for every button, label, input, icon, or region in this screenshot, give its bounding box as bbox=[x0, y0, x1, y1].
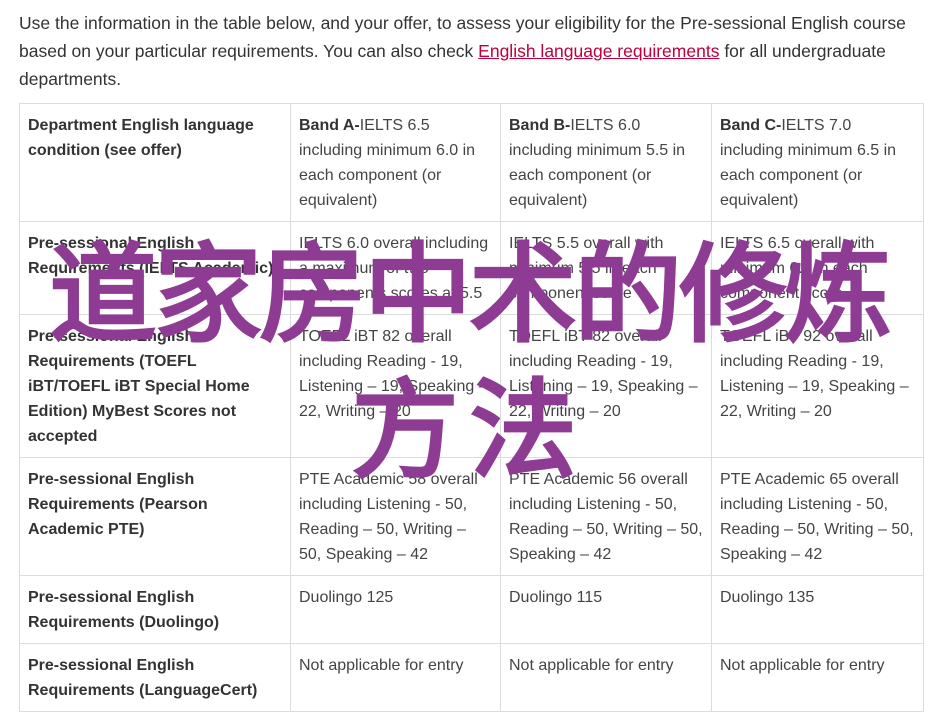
english-language-requirements-link[interactable]: English language requirements bbox=[478, 41, 719, 61]
table-cell: Not applicable for entry bbox=[500, 643, 712, 712]
table-cell: Duolingo 125 bbox=[290, 575, 501, 644]
row-label: Pre-sessional English Requirements (IELT… bbox=[19, 221, 291, 315]
table-cell: Not applicable for entry bbox=[711, 643, 924, 712]
band-a-label: Band A- bbox=[299, 117, 360, 134]
row-label: Pre-sessional English Requirements (Lang… bbox=[19, 643, 291, 712]
table-header-row: Department English language condition (s… bbox=[19, 103, 924, 222]
row-label: Pre-sessional English Requirements (Pear… bbox=[19, 457, 291, 576]
table-cell: PTE Academic 58 overall including Listen… bbox=[290, 457, 501, 576]
intro-paragraph: Use the information in the table below, … bbox=[19, 9, 924, 93]
table-cell: IELTS 6.0 overall including a maximum of… bbox=[290, 221, 501, 315]
table-cell: IELTS 5.5 overall with minimum 5.5 in ea… bbox=[500, 221, 712, 315]
table-row-languagecert: Pre-sessional English Requirements (Lang… bbox=[19, 643, 924, 712]
table-cell: IELTS 6.5 overall with minimum 6.0 in ea… bbox=[711, 221, 924, 315]
table-cell: TOEFL iBT 92 overall including Reading -… bbox=[711, 314, 924, 458]
row-label: Pre-sessional English Requirements (Duol… bbox=[19, 575, 291, 644]
table-row-pte: Pre-sessional English Requirements (Pear… bbox=[19, 457, 924, 576]
band-b-label: Band B- bbox=[509, 117, 571, 134]
table-cell: PTE Academic 65 overall including Listen… bbox=[711, 457, 924, 576]
table-cell: Duolingo 115 bbox=[500, 575, 712, 644]
table-cell: Not applicable for entry bbox=[290, 643, 501, 712]
table-row-ielts: Pre-sessional English Requirements (IELT… bbox=[19, 221, 924, 315]
band-a-cell: Band A-IELTS 6.5 including minimum 6.0 i… bbox=[290, 103, 501, 222]
table-cell: Duolingo 135 bbox=[711, 575, 924, 644]
table-cell: TOEFL iBT 82 overall including Reading -… bbox=[500, 314, 712, 458]
band-b-cell: Band B-IELTS 6.0 including minimum 5.5 i… bbox=[500, 103, 712, 222]
band-c-label: Band C- bbox=[720, 117, 782, 134]
header-label-cell: Department English language condition (s… bbox=[19, 103, 291, 222]
table-row-duolingo: Pre-sessional English Requirements (Duol… bbox=[19, 575, 924, 644]
row-label: Pre-sessional English Requirements (TOEF… bbox=[19, 314, 291, 458]
table-row-toefl: Pre-sessional English Requirements (TOEF… bbox=[19, 314, 924, 458]
table-cell: TOEFL iBT 82 overall including Reading -… bbox=[290, 314, 501, 458]
table-cell: PTE Academic 56 overall including Listen… bbox=[500, 457, 712, 576]
band-c-cell: Band C-IELTS 7.0 including minimum 6.5 i… bbox=[711, 103, 924, 222]
requirements-table: Department English language condition (s… bbox=[19, 103, 924, 712]
